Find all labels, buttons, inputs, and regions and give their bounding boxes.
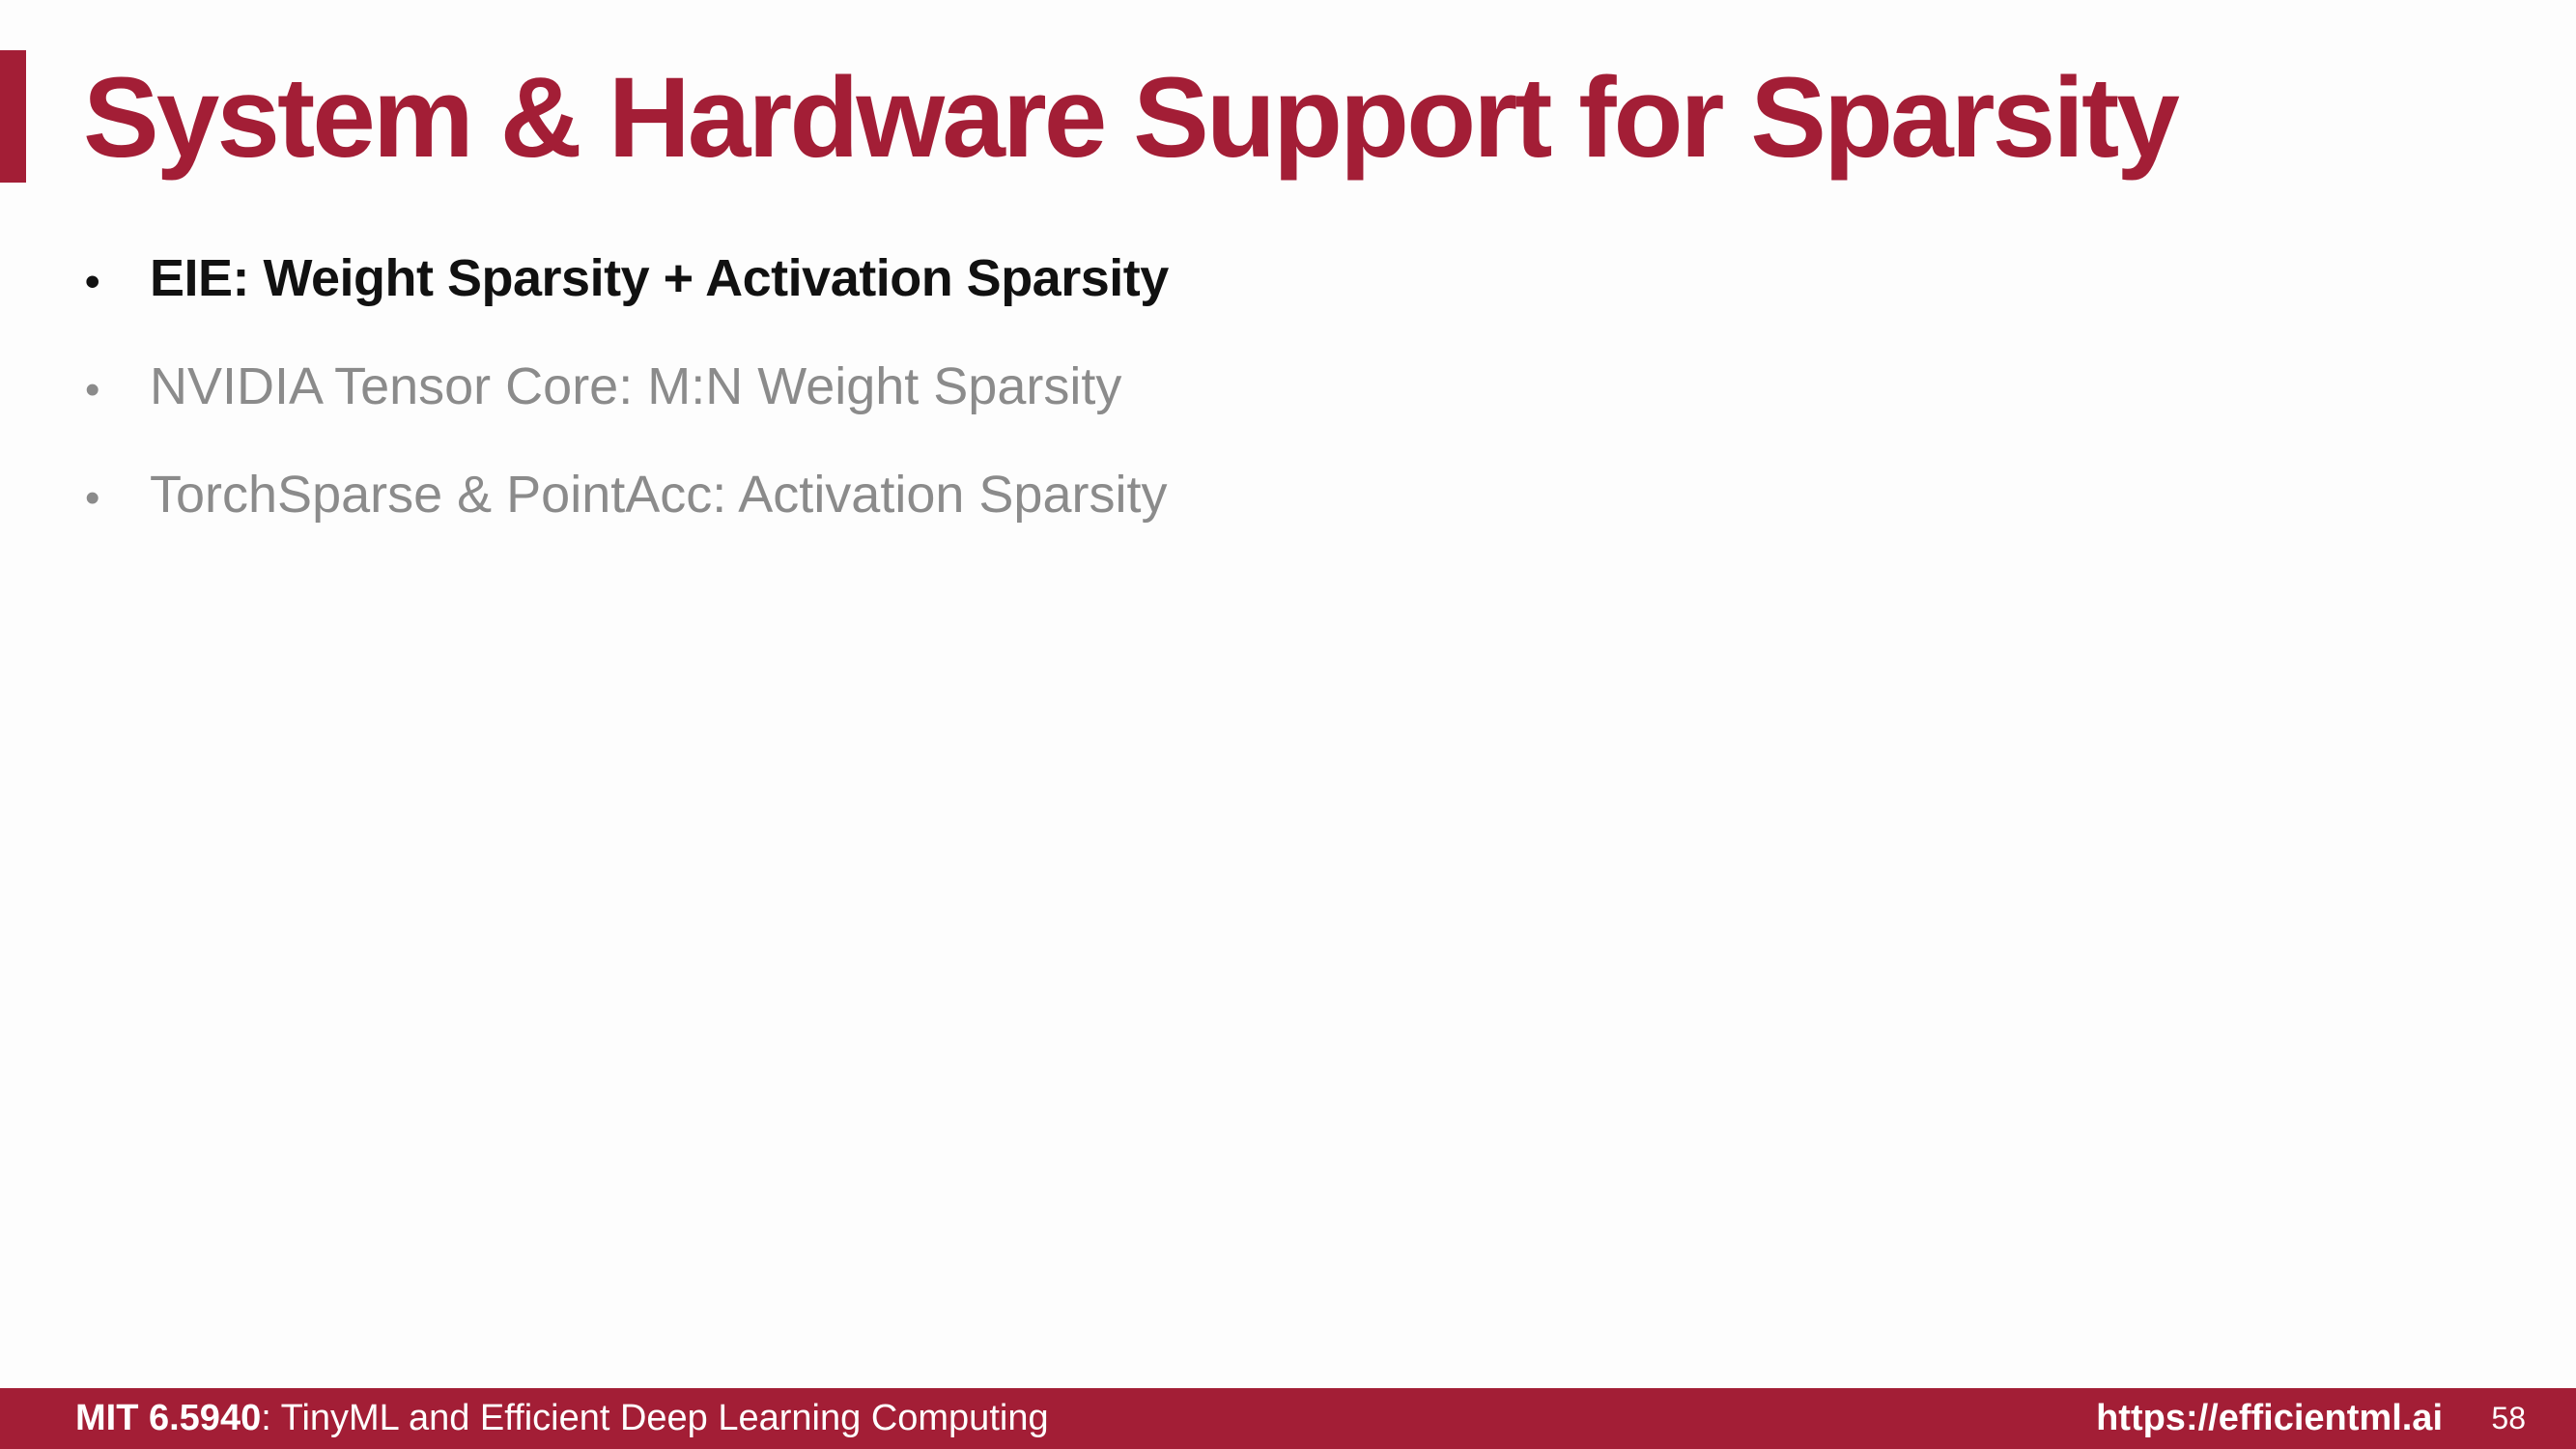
page-number: 58 — [2491, 1401, 2526, 1435]
footer-url-link[interactable]: https://efficientml.ai — [2096, 1388, 2443, 1449]
bullet-marker: • — [85, 258, 99, 305]
footer-bar: MIT 6.5940: TinyML and Efficient Deep Le… — [0, 1388, 2576, 1449]
bullet-text: EIE: Weight Sparsity + Activation Sparsi… — [150, 249, 1169, 307]
footer-course-code: MIT 6.5940 — [75, 1398, 262, 1438]
bullet-item-tensor-core: • NVIDIA Tensor Core: M:N Weight Sparsit… — [85, 352, 1169, 425]
bullet-marker: • — [85, 366, 100, 413]
footer-course-title: : TinyML and Efficient Deep Learning Com… — [261, 1398, 1049, 1438]
bullet-text: NVIDIA Tensor Core: M:N Weight Sparsity — [150, 357, 1122, 415]
bullet-text: TorchSparse & PointAcc: Activation Spars… — [150, 466, 1168, 524]
slide-title: System & Hardware Support for Sparsity — [83, 54, 2180, 182]
bullet-list: • EIE: Weight Sparsity + Activation Spar… — [85, 243, 1169, 568]
slide: System & Hardware Support for Sparsity •… — [0, 0, 2576, 1449]
bullet-item-torchsparse: • TorchSparse & PointAcc: Activation Spa… — [85, 460, 1169, 533]
bullet-marker: • — [85, 474, 100, 522]
footer-course-info: MIT 6.5940: TinyML and Efficient Deep Le… — [75, 1388, 1049, 1449]
bullet-item-eie: • EIE: Weight Sparsity + Activation Spar… — [85, 243, 1169, 317]
title-accent-bar — [0, 50, 26, 183]
